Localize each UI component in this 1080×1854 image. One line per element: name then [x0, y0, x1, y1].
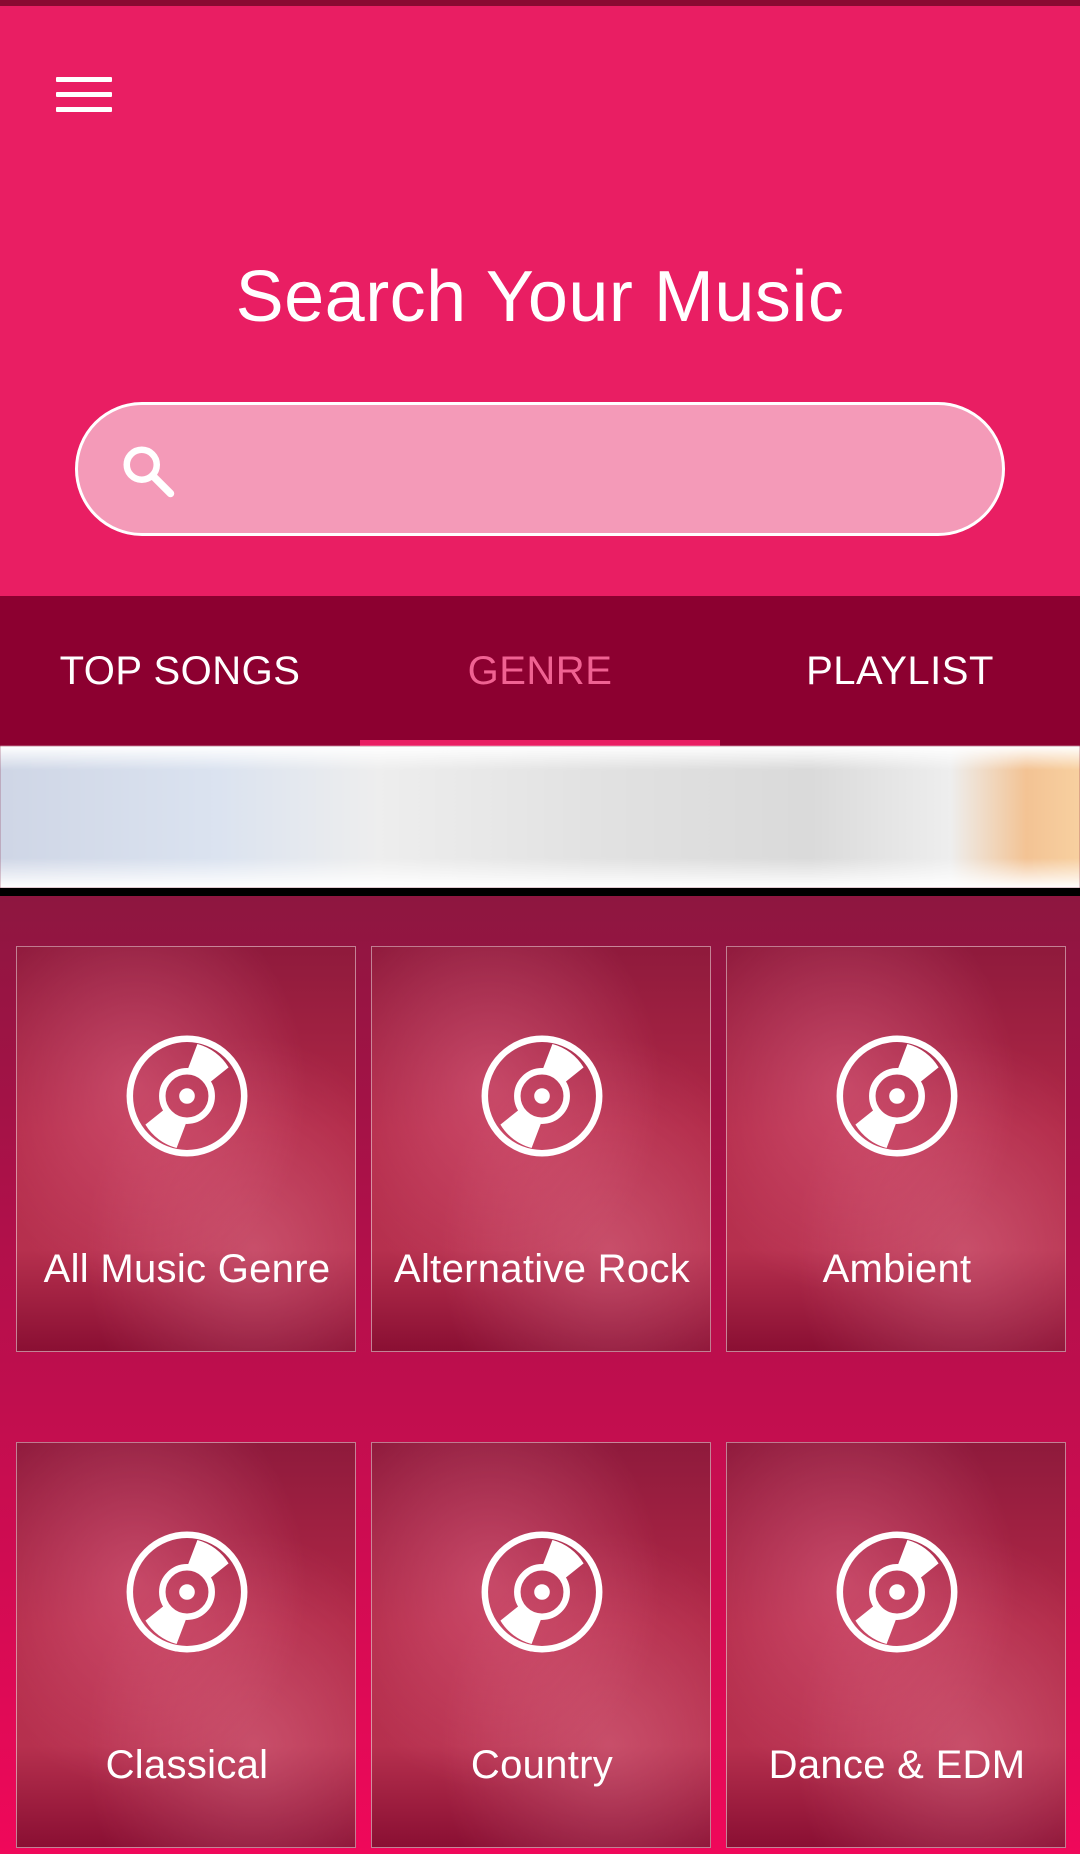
tab-bar: TOP SONGS GENRE PLAYLIST — [0, 596, 1080, 746]
genre-grid: All Music Genre Alternative Rock Ambient — [0, 896, 1080, 1854]
genre-label: Ambient — [822, 1247, 972, 1291]
genre-card-country[interactable]: Country — [371, 1442, 711, 1848]
ad-banner[interactable] — [0, 746, 1080, 888]
tab-playlist[interactable]: PLAYLIST — [720, 596, 1080, 746]
search-bar[interactable] — [75, 402, 1005, 536]
divider — [0, 888, 1080, 896]
genre-card-alternative-rock[interactable]: Alternative Rock — [371, 946, 711, 1352]
disc-icon — [481, 1531, 603, 1653]
search-input[interactable] — [208, 425, 968, 513]
disc-icon — [836, 1531, 958, 1653]
tab-top-songs[interactable]: TOP SONGS — [0, 596, 360, 746]
app-header: Search Your Music — [0, 6, 1080, 596]
tab-genre[interactable]: GENRE — [360, 596, 720, 746]
genre-card-all-music-genre[interactable]: All Music Genre — [16, 946, 356, 1352]
genre-card-classical[interactable]: Classical — [16, 1442, 356, 1848]
genre-label: Country — [470, 1743, 614, 1787]
genre-card-ambient[interactable]: Ambient — [726, 946, 1066, 1352]
genre-label: Alternative Rock — [393, 1247, 691, 1291]
disc-icon — [126, 1531, 248, 1653]
disc-icon — [481, 1035, 603, 1157]
genre-card-dance-edm[interactable]: Dance & EDM — [726, 1442, 1066, 1848]
genre-label: Classical — [105, 1743, 269, 1787]
disc-icon — [836, 1035, 958, 1157]
genre-label: All Music Genre — [43, 1247, 331, 1291]
disc-icon — [126, 1035, 248, 1157]
page-title: Search Your Music — [235, 257, 845, 337]
search-icon — [123, 446, 175, 498]
genre-label: Dance & EDM — [768, 1743, 1026, 1787]
hamburger-menu-icon[interactable] — [40, 50, 128, 138]
